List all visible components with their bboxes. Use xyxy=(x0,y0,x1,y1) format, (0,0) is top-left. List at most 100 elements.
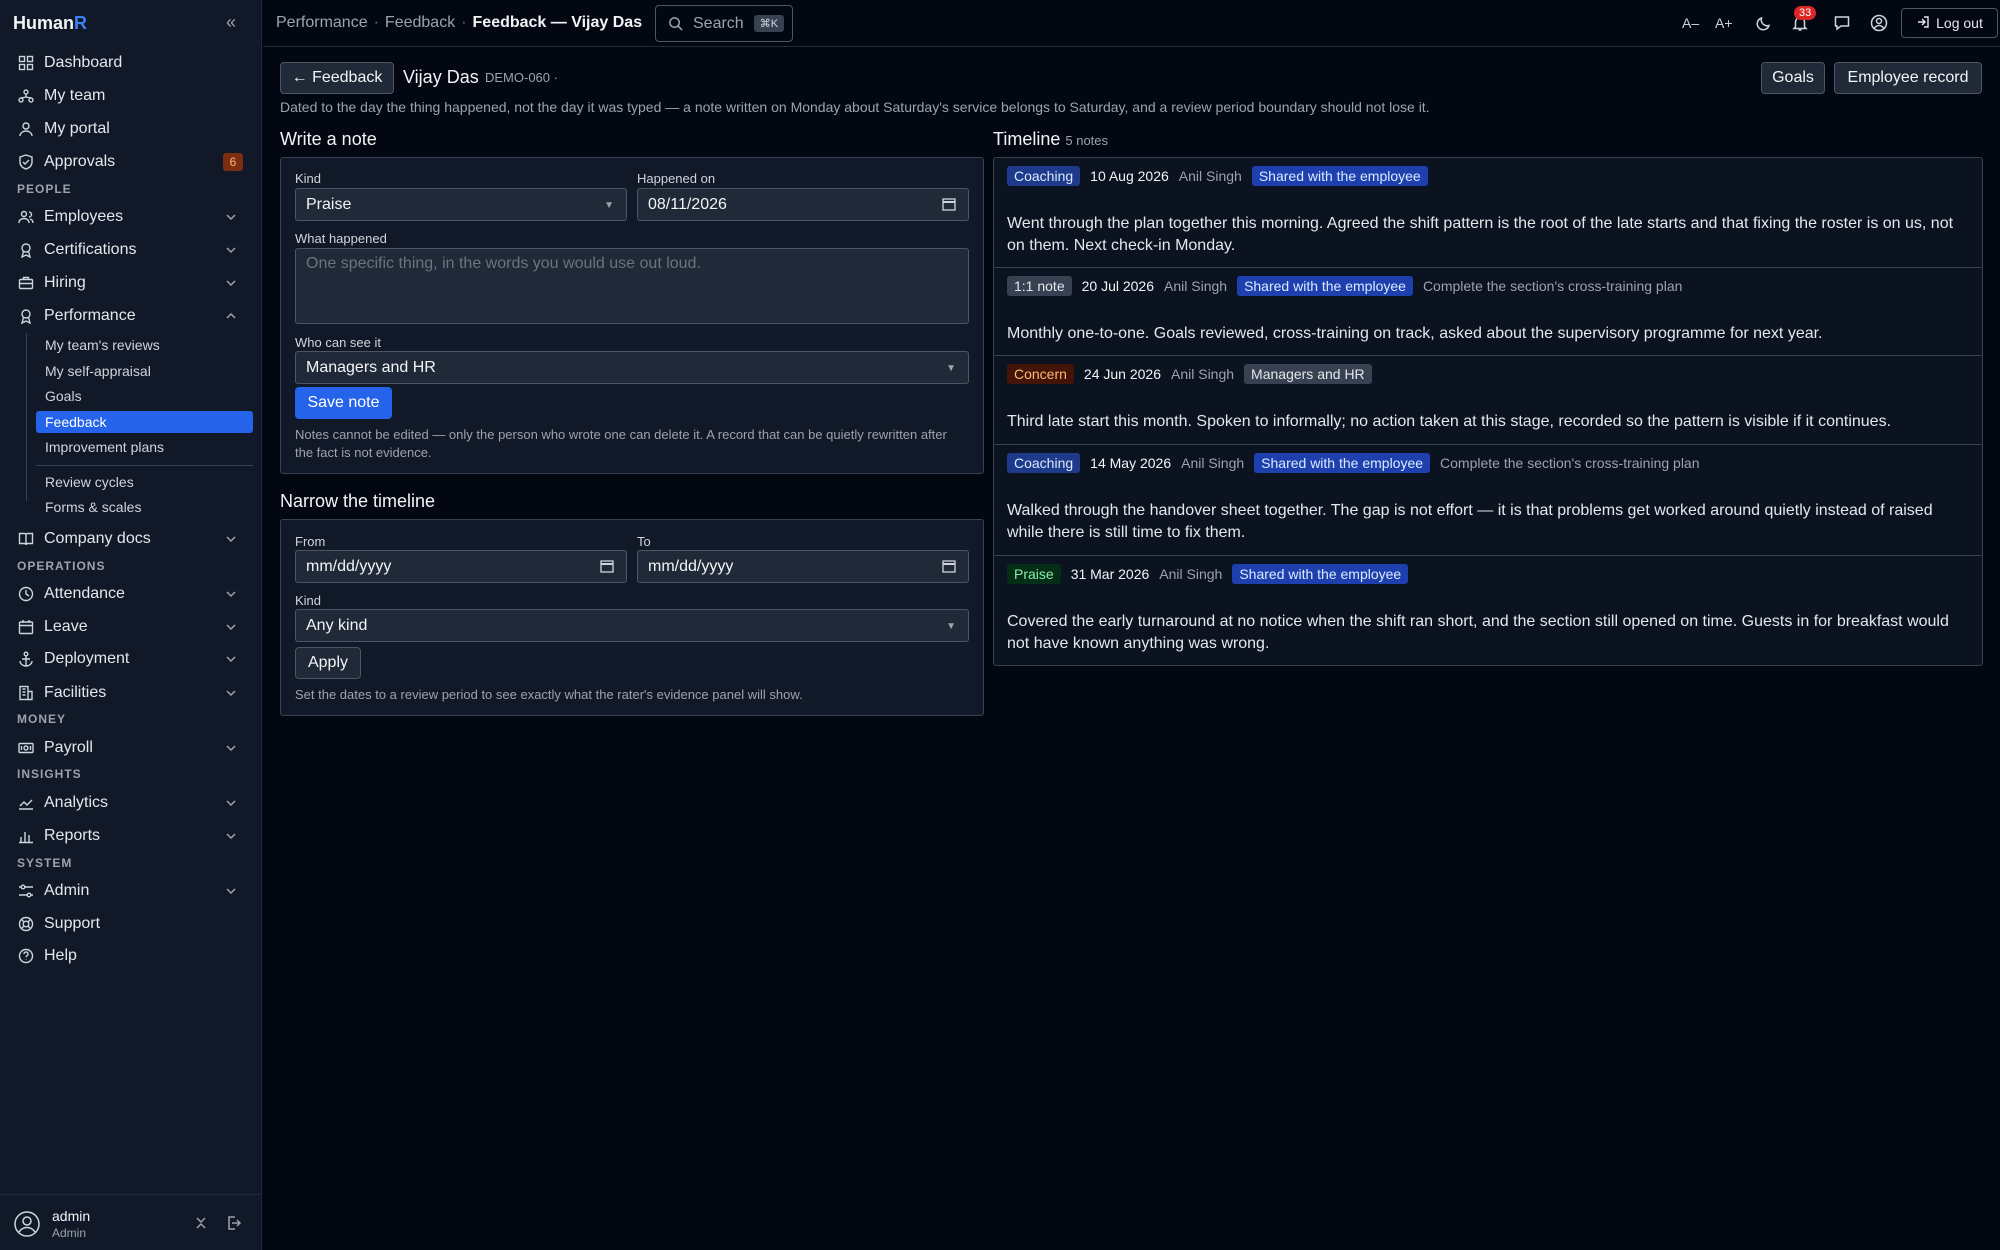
note-kind-badge: Coaching xyxy=(1007,166,1081,186)
sidebar-item-label: Employees xyxy=(44,208,124,225)
note-text: Covered the early turnaround at no notic… xyxy=(1007,613,1949,652)
calendar-icon[interactable] xyxy=(942,197,956,211)
chevron-down-icon: ▼ xyxy=(946,621,956,632)
sidebar-subitem-team-reviews[interactable]: My team's reviews xyxy=(36,334,253,356)
to-date-value: mm/dd/yyyy xyxy=(648,557,734,575)
what-happened-textarea[interactable]: One specific thing, in the words you wou… xyxy=(295,248,969,324)
to-date-input[interactable]: mm/dd/yyyy xyxy=(637,550,969,583)
filter-kind-value: Any kind xyxy=(306,616,368,634)
sidebar-item-label: My team xyxy=(44,87,106,104)
user-role: Admin xyxy=(52,1226,87,1240)
sidebar-subitem-review-cycles[interactable]: Review cycles xyxy=(36,471,253,493)
note-text: Monthly one-to-one. Goals reviewed, cros… xyxy=(1007,325,1823,342)
shield-check-icon xyxy=(18,154,34,170)
sidebar-item-label: My portal xyxy=(44,120,110,137)
chevron-down-icon xyxy=(225,210,237,228)
sidebar-item-deployment[interactable]: Deployment xyxy=(10,644,253,674)
happened-on-label: Happened on xyxy=(637,171,716,186)
sidebar-item-my-team[interactable]: My team xyxy=(10,81,253,111)
sidebar-item-analytics[interactable]: Analytics xyxy=(10,788,253,818)
section-label-insights: INSIGHTS xyxy=(17,767,82,781)
from-date-input[interactable]: mm/dd/yyyy xyxy=(295,550,627,583)
search-shortcut: ⌘K xyxy=(753,15,785,32)
account-icon[interactable] xyxy=(1870,14,1888,35)
help-circle-icon xyxy=(18,948,34,964)
sidebar-item-support[interactable]: Support xyxy=(10,909,253,939)
sidebar-item-label: Support xyxy=(44,915,101,932)
goals-button[interactable]: Goals xyxy=(1761,62,1825,94)
from-label: From xyxy=(295,534,326,549)
note-kind-badge: Praise xyxy=(1007,564,1061,584)
chevron-down-icon xyxy=(225,796,237,814)
sidebar-subitem-feedback[interactable]: Feedback xyxy=(36,411,253,433)
sidebar-subitem-improvement-plans[interactable]: Improvement plans xyxy=(36,436,253,458)
messages-icon[interactable] xyxy=(1833,14,1851,35)
sidebar-item-admin[interactable]: Admin xyxy=(10,876,253,906)
sidebar-item-reports[interactable]: Reports xyxy=(10,821,253,851)
sidebar-item-approvals[interactable]: Approvals 6 xyxy=(10,147,253,177)
sidebar-item-performance[interactable]: Performance xyxy=(10,301,253,331)
sidebar-subitem-self-appraisal[interactable]: My self-appraisal xyxy=(36,360,253,382)
line-chart-icon xyxy=(18,795,34,811)
note-linked-goal[interactable]: Complete the section's cross-training pl… xyxy=(1423,278,1682,294)
breadcrumb-performance[interactable]: Performance xyxy=(276,14,368,32)
breadcrumb: Performance · Feedback · Feedback — Vija… xyxy=(276,14,642,32)
filter-kind-select[interactable]: Any kind ▼ xyxy=(295,609,969,642)
visibility-select[interactable]: Managers and HR ▼ xyxy=(295,351,969,384)
expand-collapse-icon[interactable] xyxy=(193,1215,209,1236)
sidebar-item-payroll[interactable]: Payroll xyxy=(10,733,253,763)
font-larger-button[interactable]: A+ xyxy=(1715,15,1733,31)
sidebar-item-certifications[interactable]: Certifications xyxy=(10,235,253,265)
note-linked-goal[interactable]: Complete the section's cross-training pl… xyxy=(1440,455,1699,471)
apply-filter-button[interactable]: Apply xyxy=(295,647,361,679)
briefcase-icon xyxy=(18,275,34,291)
timeline-note: Coaching 10 Aug 2026 Anil Singh Shared w… xyxy=(994,158,1982,268)
app-logo[interactable]: HumanR xyxy=(13,13,87,34)
sign-out-icon[interactable] xyxy=(226,1215,242,1236)
moon-icon[interactable] xyxy=(1755,14,1773,35)
calendar-icon[interactable] xyxy=(942,559,956,573)
sidebar-item-employees[interactable]: Employees xyxy=(10,202,253,232)
search-button[interactable]: Search ⌘K xyxy=(655,5,793,42)
employee-name: Vijay Das xyxy=(403,67,479,87)
save-note-button[interactable]: Save note xyxy=(295,387,392,419)
sidebar-subitem-forms-scales[interactable]: Forms & scales xyxy=(36,496,253,518)
sidebar-item-my-portal[interactable]: My portal xyxy=(10,114,253,144)
sidebar-item-company-docs[interactable]: Company docs xyxy=(10,524,253,554)
grid-icon xyxy=(18,55,34,71)
sidebar-item-help[interactable]: Help xyxy=(10,941,253,971)
breadcrumb-current: Feedback — Vijay Das xyxy=(472,14,643,31)
font-smaller-button[interactable]: A– xyxy=(1682,15,1699,31)
sidebar-item-leave[interactable]: Leave xyxy=(10,612,253,642)
collapse-sidebar-icon[interactable]: « xyxy=(226,12,236,32)
avatar[interactable] xyxy=(14,1211,40,1237)
clock-icon xyxy=(18,586,34,602)
section-label-system: SYSTEM xyxy=(17,856,73,870)
kind-select[interactable]: Praise ▼ xyxy=(295,188,627,221)
bar-chart-icon xyxy=(18,828,34,844)
sidebar-item-label: Performance xyxy=(44,307,136,324)
timeline-heading: Timeline 5 notes xyxy=(993,129,1108,150)
calendar-icon[interactable] xyxy=(600,559,614,573)
breadcrumb-feedback[interactable]: Feedback xyxy=(385,14,455,32)
note-kind-badge: Coaching xyxy=(1007,453,1081,473)
note-visibility-badge: Shared with the employee xyxy=(1251,166,1428,186)
chevron-down-icon xyxy=(225,741,237,759)
note-date: 10 Aug 2026 xyxy=(1090,168,1169,184)
employee-record-button[interactable]: Employee record xyxy=(1834,62,1982,94)
sidebar-item-facilities[interactable]: Facilities xyxy=(10,678,253,708)
sidebar-item-label: Payroll xyxy=(44,739,93,756)
sidebar-item-dashboard[interactable]: Dashboard xyxy=(10,48,253,78)
sidebar-item-hiring[interactable]: Hiring xyxy=(10,268,253,298)
breadcrumb-separator: · xyxy=(373,14,379,31)
sidebar-item-label: Deployment xyxy=(44,650,130,667)
search-icon xyxy=(668,16,683,31)
back-to-feedback-button[interactable]: ← Feedback xyxy=(280,62,394,94)
sidebar-subitem-goals[interactable]: Goals xyxy=(36,385,253,407)
happened-on-date-input[interactable]: 08/11/2026 xyxy=(637,188,969,221)
logout-button[interactable]: Log out xyxy=(1901,8,1998,38)
timeline-count: 5 notes xyxy=(1065,133,1109,148)
to-label: To xyxy=(637,534,651,549)
sidebar-item-attendance[interactable]: Attendance xyxy=(10,579,253,609)
happened-on-value: 08/11/2026 xyxy=(648,195,727,213)
